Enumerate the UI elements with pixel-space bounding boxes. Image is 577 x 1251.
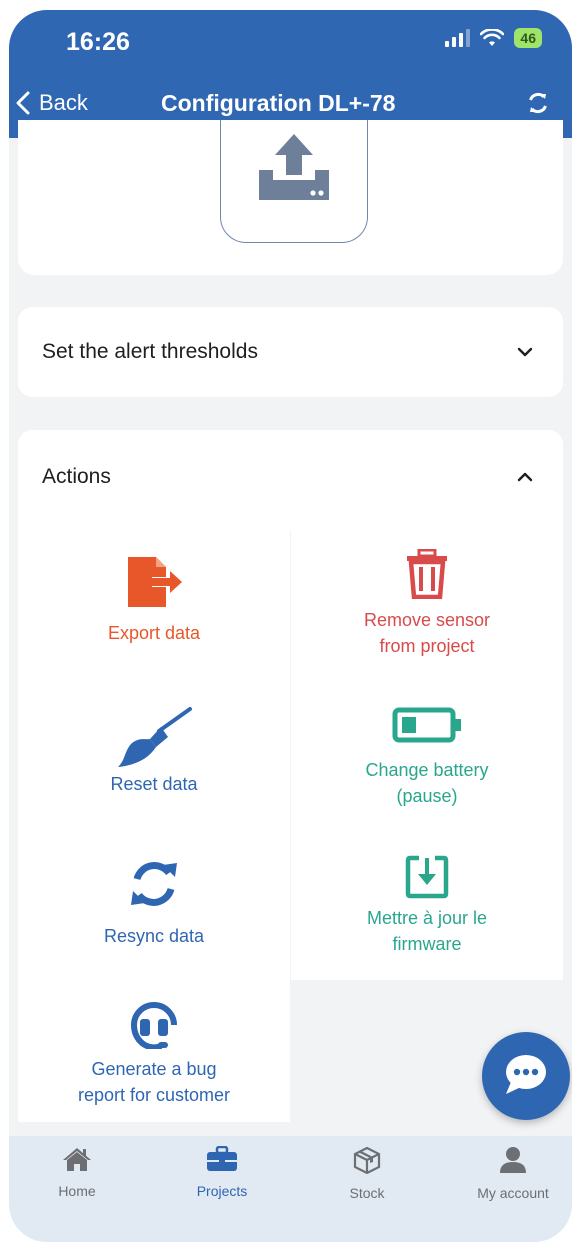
trash-icon — [407, 549, 447, 599]
update-firmware-label-1: Mettre à jour le — [366, 908, 488, 928]
alert-thresholds-label: Set the alert thresholds — [42, 340, 258, 363]
chevron-down-icon[interactable] — [517, 344, 533, 360]
tab-my-account-label: My account — [477, 1185, 549, 1201]
phone-screen: 16:26 46 Back Configuration DL+-78 Set t… — [9, 10, 572, 1242]
sync-icon[interactable] — [523, 88, 553, 118]
page-title: Configuration DL+-78 — [161, 90, 396, 116]
chevron-up-icon[interactable] — [517, 469, 533, 485]
resync-data-button[interactable]: Resync data — [18, 825, 290, 980]
remove-sensor-button[interactable]: Remove sensor from project — [291, 525, 563, 675]
remove-sensor-label-2: from project — [379, 636, 475, 656]
battery-icon — [392, 707, 461, 743]
briefcase-icon — [207, 1145, 237, 1171]
back-button[interactable]: Back — [15, 90, 88, 116]
chat-button[interactable] — [482, 1032, 570, 1120]
home-icon — [63, 1148, 91, 1171]
file-export-icon — [128, 557, 182, 607]
sync-icon — [131, 862, 177, 906]
tab-projects-label: Projects — [196, 1183, 248, 1199]
upload-card — [18, 120, 563, 275]
wifi-icon — [480, 29, 505, 46]
bug-report-label-1: Generate a bug — [91, 1059, 217, 1079]
tab-my-account[interactable]: My account — [458, 1146, 568, 1201]
tab-stock[interactable]: Stock — [312, 1146, 422, 1201]
update-firmware-button[interactable]: Mettre à jour le firmware — [291, 825, 563, 980]
signal-icon — [445, 29, 471, 47]
tab-bar: Home Projects Stock My account — [9, 1136, 572, 1242]
remove-sensor-label-1: Remove sensor — [363, 610, 491, 630]
download-icon — [405, 855, 449, 899]
bug-report-button[interactable]: Generate a bug report for customer — [18, 980, 290, 1122]
change-battery-label-1: Change battery — [365, 760, 489, 780]
actions-label: Actions — [42, 465, 111, 488]
reset-data-button[interactable]: Reset data — [18, 675, 290, 825]
headset-icon — [130, 1002, 177, 1049]
export-data-button[interactable]: Export data — [18, 525, 290, 675]
reset-data-label: Reset data — [110, 774, 198, 794]
chevron-left-icon — [16, 91, 30, 115]
actions-section[interactable]: Actions — [18, 430, 563, 530]
tab-projects[interactable]: Projects — [167, 1145, 277, 1199]
bug-report-label-2: report for customer — [77, 1085, 231, 1105]
change-battery-label-2: (pause) — [396, 786, 458, 806]
tab-home-label: Home — [58, 1183, 96, 1199]
user-icon — [500, 1147, 526, 1173]
tab-home[interactable]: Home — [22, 1146, 132, 1199]
status-time: 16:26 — [66, 28, 130, 56]
box-icon — [353, 1146, 381, 1175]
back-label: Back — [39, 90, 88, 115]
alert-thresholds-section[interactable]: Set the alert thresholds — [18, 307, 563, 397]
tab-stock-label: Stock — [349, 1185, 385, 1201]
upload-button[interactable] — [220, 120, 368, 243]
update-firmware-label-2: firmware — [392, 934, 462, 954]
change-battery-button[interactable]: Change battery (pause) — [291, 675, 563, 825]
status-icons: 46 — [445, 28, 542, 48]
app-header: 16:26 46 Back Configuration DL+-78 — [9, 10, 572, 138]
resync-data-label: Resync data — [103, 926, 205, 946]
broom-icon — [118, 707, 192, 767]
upload-icon — [259, 134, 329, 200]
chat-bubble-icon — [506, 1055, 546, 1094]
battery-indicator: 46 — [514, 28, 542, 48]
export-data-label: Export data — [107, 623, 201, 643]
